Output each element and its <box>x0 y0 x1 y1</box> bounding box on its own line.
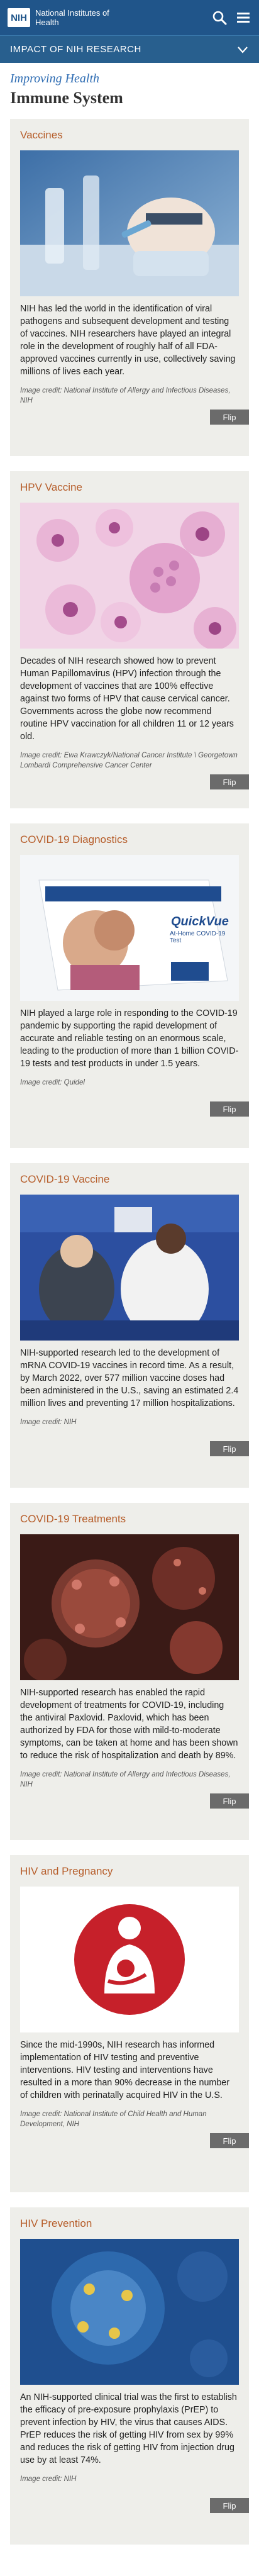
flip-button[interactable]: Flip <box>210 1793 249 1809</box>
card-covid-diagnostics: COVID-19 Diagnostics QuickVue At-Home CO… <box>10 823 249 1148</box>
image-credit: Image credit: Ewa Krawczyk/National Canc… <box>20 752 238 769</box>
chevron-down-icon[interactable] <box>236 43 249 56</box>
nih-logo-name[interactable]: National Institutes of Health <box>35 8 123 27</box>
test-kit-image: QuickVue At-Home COVID-19 Test <box>20 855 239 1001</box>
card-body: NIH played a large role in responding to… <box>20 1008 239 1069</box>
image-credit: Image credit: National Institute of Alle… <box>20 387 231 404</box>
product-name: QuickVue <box>171 915 229 928</box>
card-vaccines: Vaccines NIH has led the world in the id… <box>10 119 249 456</box>
search-icon[interactable] <box>211 9 228 26</box>
virus-particles-image <box>20 1534 239 1680</box>
image-credit: Image credit: NIH <box>20 2475 77 2483</box>
card-title: Vaccines <box>20 129 63 141</box>
image-credit: Image credit: Quidel <box>20 1079 85 1086</box>
flip-button[interactable]: Flip <box>210 410 249 425</box>
mother-child-icon <box>20 1887 239 2032</box>
section-nav-label: IMPACT OF NIH RESEARCH <box>10 44 141 55</box>
image-credit: Image credit: National Institute of Alle… <box>20 1771 231 1788</box>
image-credit: Image credit: NIH <box>20 1419 77 1426</box>
card-covid-treatments: COVID-19 Treatments NIH-supported resear… <box>10 1503 249 1840</box>
page-title: Immune System <box>10 89 123 107</box>
page-kicker[interactable]: Improving Health <box>0 63 259 87</box>
card-title: HPV Vaccine <box>20 481 82 493</box>
hiv-virus-image <box>20 2239 239 2385</box>
flip-button[interactable]: Flip <box>210 1101 249 1117</box>
flip-button[interactable]: Flip <box>210 1441 249 1456</box>
flip-button[interactable]: Flip <box>210 774 249 789</box>
hamburger-menu-icon[interactable] <box>235 9 251 26</box>
product-subtitle: At-Home COVID-19 Test <box>170 930 226 944</box>
hpv-cells-image <box>20 503 239 649</box>
card-hiv-pregnancy: HIV and Pregnancy Since the mid-1990s, N… <box>10 1855 249 2192</box>
site-header: NIH National Institutes of Health <box>0 0 259 35</box>
image-credit: Image credit: National Institute of Chil… <box>20 2110 207 2128</box>
card-title: HIV and Pregnancy <box>20 1865 113 1877</box>
card-hiv-prevention: HIV Prevention An NIH-supported clinical… <box>10 2207 249 2545</box>
section-nav[interactable]: IMPACT OF NIH RESEARCH <box>0 35 259 63</box>
card-hpv-vaccine: HPV Vaccine Decades of NIH research show… <box>10 471 249 808</box>
card-body: Decades of NIH research showed how to pr… <box>20 656 234 742</box>
card-title: COVID-19 Diagnostics <box>20 834 128 845</box>
vaccination-photo <box>20 1195 239 1341</box>
vaccines-image <box>20 150 239 296</box>
card-covid-vaccine: COVID-19 Vaccine NIH-supported research … <box>10 1163 249 1488</box>
card-body: An NIH-supported clinical trial was the … <box>20 2392 237 2465</box>
card-body: NIH-supported research has enabled the r… <box>20 1688 238 1761</box>
card-body: Since the mid-1990s, NIH research has in… <box>20 2040 229 2100</box>
card-title: COVID-19 Vaccine <box>20 1173 110 1185</box>
nih-logo[interactable]: NIH <box>8 8 30 27</box>
card-body: NIH-supported research led to the develo… <box>20 1348 239 1408</box>
flip-button[interactable]: Flip <box>210 2133 249 2148</box>
flip-button[interactable]: Flip <box>210 2498 249 2513</box>
card-title: HIV Prevention <box>20 2217 92 2229</box>
card-title: COVID-19 Treatments <box>20 1513 126 1525</box>
card-body: NIH has led the world in the identificat… <box>20 304 236 377</box>
